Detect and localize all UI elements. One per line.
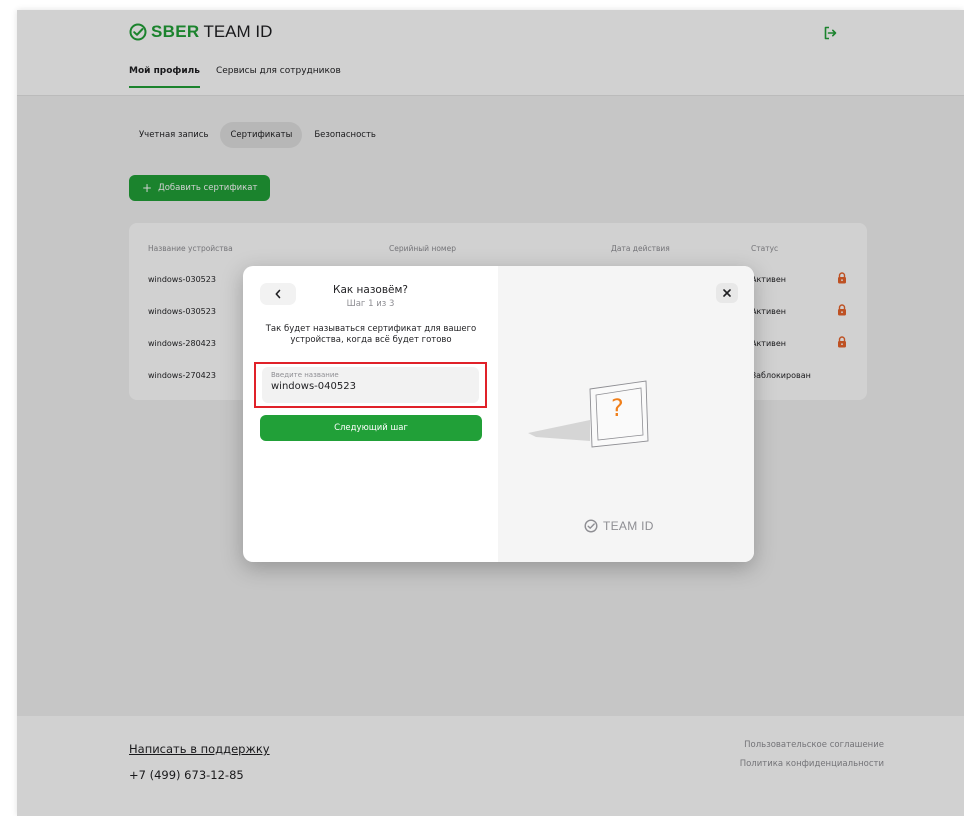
close-icon bbox=[723, 289, 731, 297]
certificate-name-input[interactable] bbox=[271, 381, 470, 392]
illustration-brand-text: TEAM ID bbox=[603, 519, 654, 533]
name-field-highlight: Введите название bbox=[254, 362, 487, 408]
name-certificate-modal: Как назовём? Шаг 1 из 3 Так будет называ… bbox=[243, 266, 754, 562]
modal-step-indicator: Шаг 1 из 3 bbox=[346, 299, 395, 309]
next-step-button[interactable]: Следующий шаг bbox=[260, 415, 482, 441]
close-button[interactable] bbox=[716, 283, 738, 303]
question-mark: ? bbox=[611, 394, 624, 422]
modal-illustration-panel: ? TEAM ID bbox=[498, 266, 754, 562]
team-id-check-icon bbox=[584, 519, 598, 533]
back-button[interactable] bbox=[260, 283, 296, 305]
chevron-left-icon bbox=[275, 289, 281, 299]
certificate-name-field[interactable]: Введите название bbox=[262, 367, 479, 403]
certificate-name-label: Введите название bbox=[271, 371, 339, 379]
modal-title: Как назовём? bbox=[332, 284, 409, 296]
frame-illustration-icon bbox=[528, 380, 649, 448]
mystery-frame-illustration: ? bbox=[528, 371, 658, 460]
modal-description: Так будет называться сертификат для ваше… bbox=[265, 324, 477, 345]
illustration-brand: TEAM ID bbox=[584, 519, 654, 533]
